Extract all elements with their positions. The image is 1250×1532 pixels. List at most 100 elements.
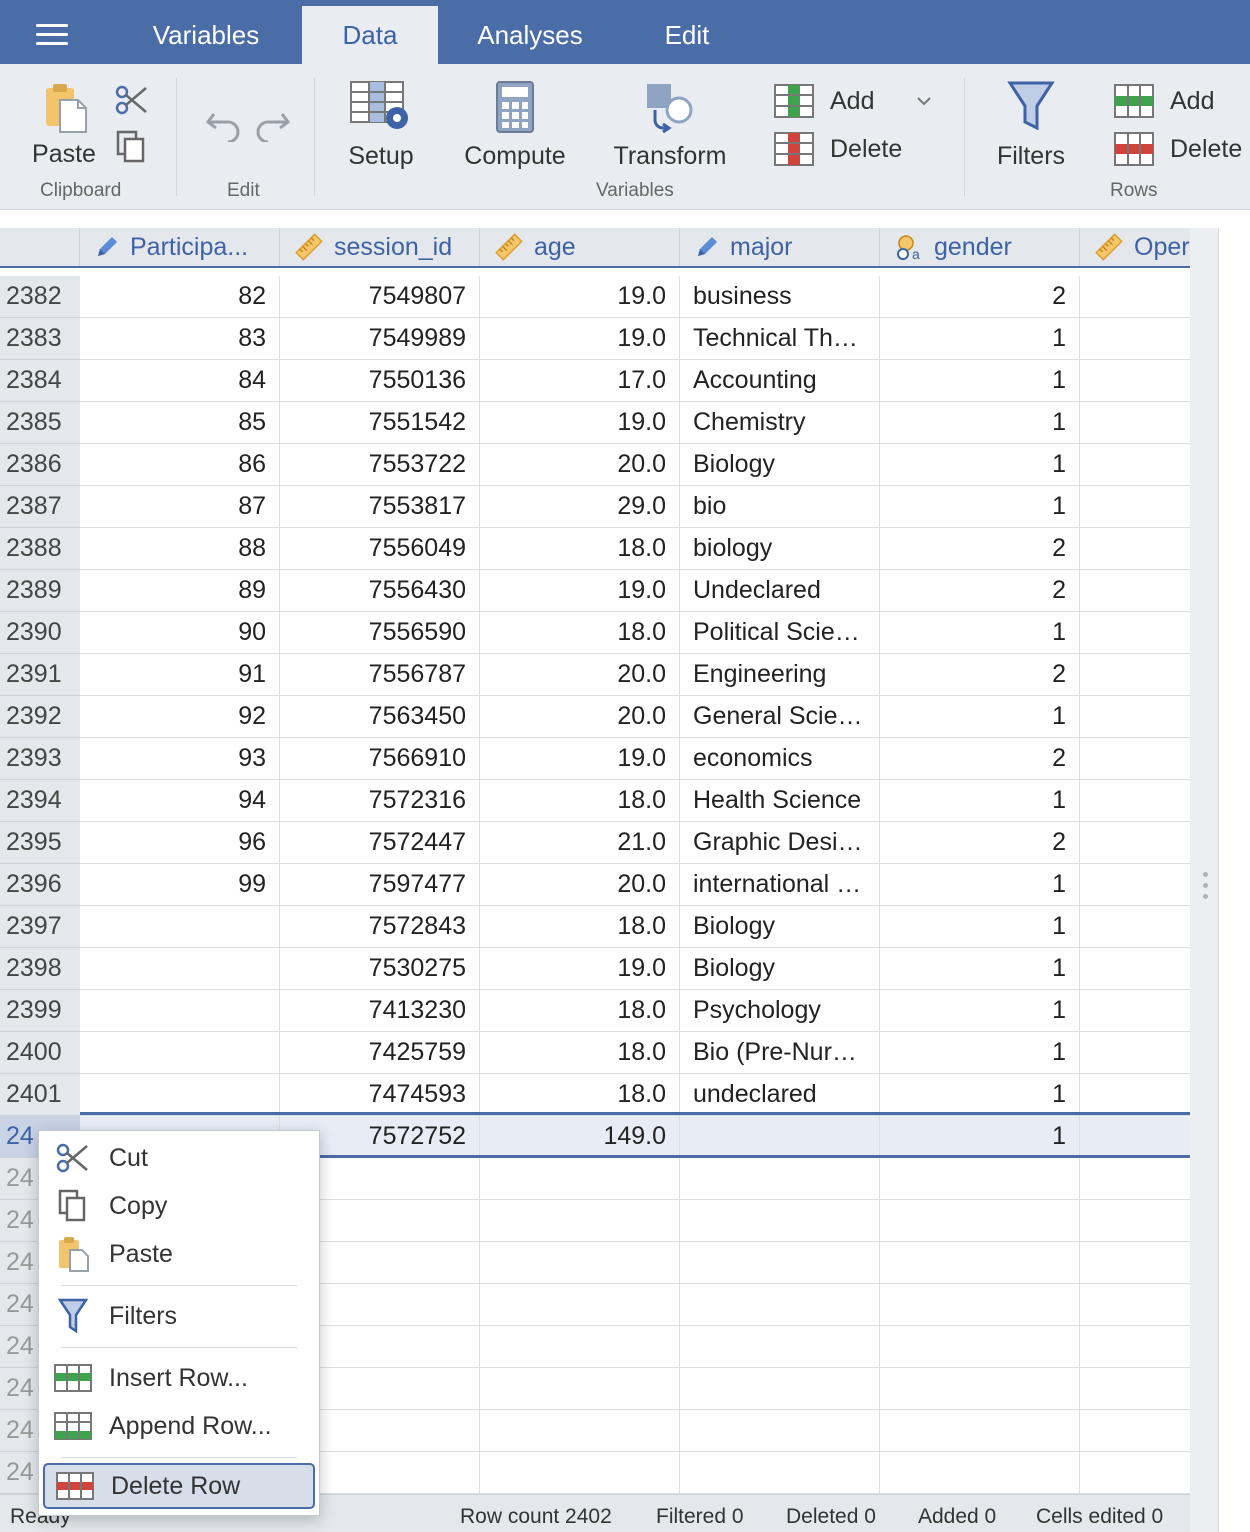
table-cell[interactable]: 20.0 — [480, 444, 680, 486]
table-cell[interactable]: 19.0 — [480, 570, 680, 612]
transform-button[interactable]: Transform — [606, 80, 734, 171]
table-cell[interactable] — [80, 990, 280, 1032]
table-cell[interactable] — [1080, 1158, 1190, 1200]
panel-resize-handle[interactable] — [1203, 872, 1209, 902]
table-cell[interactable]: 18.0 — [480, 1074, 680, 1116]
add-variable-button[interactable]: Add — [774, 84, 874, 118]
table-cell[interactable] — [80, 948, 280, 990]
redo-icon[interactable] — [252, 106, 292, 142]
table-cell[interactable]: bio — [680, 486, 880, 528]
table-cell[interactable]: 7572316 — [280, 780, 480, 822]
table-cell[interactable]: 85 — [80, 402, 280, 444]
table-cell[interactable]: 7474593 — [280, 1074, 480, 1116]
table-cell[interactable] — [480, 1200, 680, 1242]
table-cell[interactable] — [1080, 864, 1190, 906]
table-cell[interactable]: 2 — [880, 528, 1080, 570]
table-cell[interactable]: 7549807 — [280, 276, 480, 318]
table-cell[interactable]: 7556049 — [280, 528, 480, 570]
table-cell[interactable]: 7413230 — [280, 990, 480, 1032]
table-cell[interactable]: 90 — [80, 612, 280, 654]
table-cell[interactable] — [80, 1074, 280, 1116]
table-cell[interactable] — [1080, 570, 1190, 612]
setup-button[interactable]: Setup — [340, 80, 422, 171]
table-cell[interactable]: 2 — [880, 822, 1080, 864]
table-cell[interactable] — [1080, 360, 1190, 402]
table-cell[interactable]: 18.0 — [480, 780, 680, 822]
row-number[interactable]: 2385 — [0, 402, 80, 444]
table-cell[interactable]: Chemistry — [680, 402, 880, 444]
table-cell[interactable]: 88 — [80, 528, 280, 570]
table-cell[interactable] — [80, 906, 280, 948]
row-number[interactable]: 2388 — [0, 528, 80, 570]
delete-row-button[interactable]: Delete — [1114, 132, 1242, 166]
column-header[interactable]: Oper — [1080, 228, 1190, 266]
table-cell[interactable]: 7549989 — [280, 318, 480, 360]
table-cell[interactable] — [1080, 654, 1190, 696]
table-cell[interactable] — [1080, 738, 1190, 780]
table-cell[interactable] — [680, 1242, 880, 1284]
filters-button[interactable]: Filters — [990, 80, 1072, 171]
tab-analyses[interactable]: Analyses — [452, 6, 608, 64]
table-cell[interactable]: 7553722 — [280, 444, 480, 486]
table-cell[interactable]: 7572843 — [280, 906, 480, 948]
row-number[interactable]: 2391 — [0, 654, 80, 696]
menu-item-filters[interactable]: Filters — [43, 1293, 315, 1339]
table-cell[interactable] — [480, 1284, 680, 1326]
table-cell[interactable] — [480, 1242, 680, 1284]
table-cell[interactable] — [1080, 444, 1190, 486]
table-cell[interactable] — [680, 1452, 880, 1494]
table-cell[interactable]: 19.0 — [480, 276, 680, 318]
table-cell[interactable]: 83 — [80, 318, 280, 360]
table-cell[interactable]: 19.0 — [480, 402, 680, 444]
table-cell[interactable]: 19.0 — [480, 738, 680, 780]
table-cell[interactable] — [680, 1200, 880, 1242]
table-cell[interactable]: 20.0 — [480, 864, 680, 906]
table-cell[interactable]: 84 — [80, 360, 280, 402]
table-cell[interactable] — [1080, 318, 1190, 360]
table-cell[interactable] — [1080, 1452, 1190, 1494]
table-cell[interactable] — [480, 1326, 680, 1368]
table-cell[interactable]: 18.0 — [480, 990, 680, 1032]
hamburger-menu-icon[interactable] — [36, 24, 68, 46]
table-cell[interactable]: 149.0 — [480, 1116, 680, 1158]
tab-data[interactable]: Data — [302, 6, 438, 64]
table-cell[interactable]: business — [680, 276, 880, 318]
row-number[interactable]: 2393 — [0, 738, 80, 780]
table-cell[interactable]: 18.0 — [480, 612, 680, 654]
table-cell[interactable] — [1080, 612, 1190, 654]
column-header[interactable]: Participa... — [80, 228, 280, 266]
table-cell[interactable] — [1080, 696, 1190, 738]
menu-item-cut[interactable]: Cut — [43, 1135, 315, 1181]
chevron-down-icon[interactable] — [916, 96, 932, 106]
table-cell[interactable]: Undeclared — [680, 570, 880, 612]
table-cell[interactable]: 1 — [880, 696, 1080, 738]
table-cell[interactable]: 19.0 — [480, 948, 680, 990]
row-number[interactable]: 2386 — [0, 444, 80, 486]
row-number[interactable]: 2396 — [0, 864, 80, 906]
table-cell[interactable]: international … — [680, 864, 880, 906]
tab-edit[interactable]: Edit — [630, 6, 744, 64]
table-cell[interactable]: 92 — [80, 696, 280, 738]
table-cell[interactable]: 7566910 — [280, 738, 480, 780]
table-cell[interactable] — [1080, 780, 1190, 822]
menu-item-paste[interactable]: Paste — [43, 1231, 315, 1277]
table-cell[interactable]: 1 — [880, 402, 1080, 444]
table-cell[interactable]: 1 — [880, 864, 1080, 906]
table-cell[interactable] — [1080, 528, 1190, 570]
table-cell[interactable]: 7572447 — [280, 822, 480, 864]
table-cell[interactable] — [1080, 1116, 1190, 1158]
table-cell[interactable]: Accounting — [680, 360, 880, 402]
table-cell[interactable] — [1080, 1200, 1190, 1242]
table-cell[interactable]: 89 — [80, 570, 280, 612]
table-cell[interactable]: 18.0 — [480, 1032, 680, 1074]
table-cell[interactable]: 1 — [880, 780, 1080, 822]
table-cell[interactable]: 17.0 — [480, 360, 680, 402]
table-cell[interactable] — [1080, 990, 1190, 1032]
table-cell[interactable] — [1080, 1032, 1190, 1074]
row-number[interactable]: 2399 — [0, 990, 80, 1032]
table-cell[interactable]: 2 — [880, 570, 1080, 612]
row-number[interactable]: 2383 — [0, 318, 80, 360]
table-cell[interactable] — [1080, 1074, 1190, 1116]
table-cell[interactable]: economics — [680, 738, 880, 780]
table-cell[interactable]: 1 — [880, 990, 1080, 1032]
